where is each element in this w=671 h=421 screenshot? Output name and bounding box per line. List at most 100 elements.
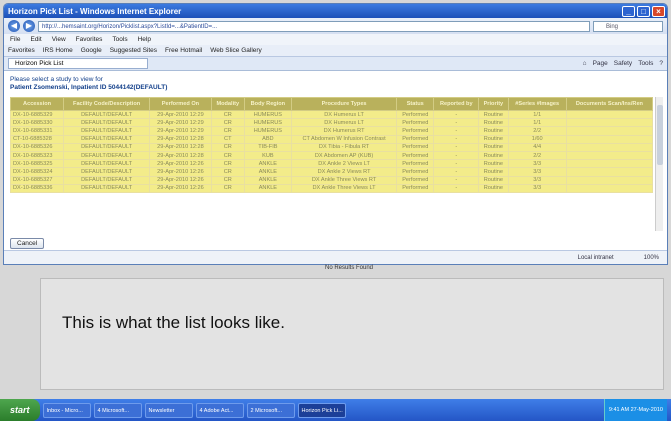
table-cell bbox=[565, 175, 654, 185]
favorites-star-button[interactable]: Favorites bbox=[8, 47, 35, 54]
table-row[interactable]: DX-10-6885331 DEFAULT/DEFAULT 29-Apr-2010 … bbox=[9, 126, 654, 136]
table-cell: Routine bbox=[478, 159, 509, 169]
status-bar: Local intranet 100% bbox=[4, 250, 667, 264]
col-accession[interactable]: Accession bbox=[9, 97, 65, 111]
taskbar-item[interactable]: 4 Microsoft... bbox=[93, 402, 142, 418]
table-cell: CR bbox=[210, 126, 245, 136]
url-field[interactable]: http://...hemsaint.org/Horizon/Picklist.… bbox=[38, 20, 590, 32]
col-performed-on[interactable]: Performed On bbox=[149, 97, 212, 111]
table-cell: TIB-FIB bbox=[243, 142, 292, 152]
table-cell bbox=[565, 109, 654, 120]
table-cell: CT-10-6885328 bbox=[9, 134, 65, 144]
table-cell: ABD bbox=[243, 134, 292, 144]
close-button[interactable]: × bbox=[652, 5, 665, 17]
table-cell: Performed bbox=[396, 175, 435, 185]
taskbar-item[interactable]: Newsletter bbox=[144, 402, 193, 418]
cancel-button[interactable]: Cancel bbox=[10, 238, 45, 249]
menu-help[interactable]: Help bbox=[138, 36, 151, 43]
table-row[interactable]: DX-10-6885325 DEFAULT/DEFAULT 29-Apr-2010 … bbox=[9, 159, 654, 169]
table-cell: HUMERUS bbox=[243, 126, 292, 136]
col-modality[interactable]: Modality bbox=[210, 97, 245, 111]
col-body-region[interactable]: Body Region bbox=[243, 97, 292, 111]
taskbar-item[interactable]: 2 Microsoft... bbox=[246, 402, 295, 418]
fav-irs-home[interactable]: IRS Home bbox=[43, 47, 73, 54]
home-icon[interactable]: ⌂ bbox=[583, 60, 587, 67]
security-zone: Local intranet bbox=[577, 254, 614, 261]
fav-free-hotmail[interactable]: Free Hotmail bbox=[165, 47, 202, 54]
back-icon[interactable]: ◀ bbox=[8, 20, 20, 32]
table-cell: DEFAULT/DEFAULT bbox=[63, 126, 151, 136]
table-row[interactable]: DX-10-6885330 DEFAULT/DEFAULT 29-Apr-2010 … bbox=[9, 118, 654, 128]
menu-file[interactable]: File bbox=[10, 36, 20, 43]
table-cell: DEFAULT/DEFAULT bbox=[63, 175, 151, 185]
fav-web-slice-gallery[interactable]: Web Slice Gallery bbox=[210, 47, 262, 54]
tools-menu[interactable]: Tools bbox=[638, 60, 653, 67]
col-procedure[interactable]: Procedure Types bbox=[290, 97, 398, 111]
table-cell: Performed bbox=[396, 150, 435, 161]
table-cell: 3/3 bbox=[507, 175, 567, 185]
tab-horizon-pick-list[interactable]: Horizon Pick List bbox=[8, 58, 148, 69]
safety-menu[interactable]: Safety bbox=[614, 60, 632, 67]
page-menu[interactable]: Page bbox=[593, 60, 608, 67]
table-cell: HUMERUS bbox=[243, 118, 292, 128]
table-row[interactable]: DX-10-6885327 DEFAULT/DEFAULT 29-Apr-2010 … bbox=[9, 175, 654, 185]
menu-favorites[interactable]: Favorites bbox=[76, 36, 103, 43]
table-cell: Routine bbox=[478, 167, 509, 177]
table-header-row: Accession Facility Code/Description Perf… bbox=[9, 97, 654, 111]
col-series-images[interactable]: #Series #Images bbox=[507, 97, 567, 111]
table-cell: ANKLE bbox=[243, 159, 292, 169]
fav-suggested-sites[interactable]: Suggested Sites bbox=[110, 47, 157, 54]
maximize-button[interactable]: □ bbox=[637, 5, 650, 17]
start-button[interactable]: start bbox=[0, 399, 40, 421]
table-cell: 4/4 bbox=[507, 142, 567, 152]
help-icon[interactable]: ? bbox=[659, 60, 663, 67]
table-cell: Performed bbox=[396, 159, 435, 169]
col-priority[interactable]: Priority bbox=[478, 97, 509, 111]
table-cell bbox=[565, 126, 654, 136]
table-row[interactable]: DX-10-6885326 DEFAULT/DEFAULT 29-Apr-2010 … bbox=[9, 142, 654, 152]
table-cell: DX Tibia - Fibula RT bbox=[290, 142, 398, 152]
fav-google[interactable]: Google bbox=[81, 47, 102, 54]
table-row[interactable]: DX-10-6885323 DEFAULT/DEFAULT 29-Apr-2010 … bbox=[9, 150, 654, 161]
search-input[interactable]: Bing bbox=[593, 20, 663, 32]
menu-view[interactable]: View bbox=[52, 36, 66, 43]
table-cell: 29-Apr-2010 12:29 bbox=[149, 109, 212, 120]
taskbar-item-active[interactable]: Horizon Pick Li... bbox=[297, 402, 346, 418]
table-cell: CR bbox=[210, 150, 245, 161]
table-cell: 29-Apr-2010 12:26 bbox=[149, 159, 212, 169]
taskbar-item[interactable]: Inbox - Micro... bbox=[42, 402, 91, 418]
col-documents[interactable]: Documents Scan/Ins/Ren bbox=[565, 97, 654, 111]
table-cell: 1/60 bbox=[507, 134, 567, 144]
vertical-scrollbar[interactable] bbox=[655, 97, 663, 231]
system-clock: 9:41 AM 27-May-2010 bbox=[603, 399, 667, 421]
menu-edit[interactable]: Edit bbox=[30, 36, 41, 43]
background-panel bbox=[40, 278, 664, 390]
table-row[interactable]: CT-10-6885328 DEFAULT/DEFAULT 29-Apr-2010 … bbox=[9, 134, 654, 144]
table-cell: DX-10-6885329 bbox=[9, 109, 65, 120]
table-cell: - bbox=[433, 118, 480, 128]
col-reported-by[interactable]: Reported by bbox=[433, 97, 480, 111]
table-cell: DX Ankle 2 Views RT bbox=[290, 167, 398, 177]
taskbar-item[interactable]: 4 Adobe Act... bbox=[195, 402, 244, 418]
table-cell: Performed bbox=[396, 134, 435, 144]
forward-icon[interactable]: ▶ bbox=[23, 20, 35, 32]
table-cell: DEFAULT/DEFAULT bbox=[63, 150, 151, 161]
scrollbar-thumb[interactable] bbox=[657, 105, 663, 165]
table-cell: DX-10-6885331 bbox=[9, 126, 65, 136]
col-facility[interactable]: Facility Code/Description bbox=[63, 97, 151, 111]
table-cell: DEFAULT/DEFAULT bbox=[63, 142, 151, 152]
table-cell: 2/2 bbox=[507, 150, 567, 161]
title-bar[interactable]: Horizon Pick List - Windows Internet Exp… bbox=[4, 4, 667, 18]
table-row[interactable]: DX-10-6885329 DEFAULT/DEFAULT 29-Apr-2010 … bbox=[9, 109, 654, 120]
table-cell: DEFAULT/DEFAULT bbox=[63, 159, 151, 169]
menu-tools[interactable]: Tools bbox=[112, 36, 127, 43]
table-row[interactable]: DX-10-6885324 DEFAULT/DEFAULT 29-Apr-2010 … bbox=[9, 167, 654, 177]
table-cell: 2/2 bbox=[507, 126, 567, 136]
slide-caption: This is what the list looks like. bbox=[62, 313, 285, 332]
table-cell: - bbox=[433, 109, 480, 120]
col-status[interactable]: Status bbox=[396, 97, 435, 111]
zoom-level[interactable]: 100% bbox=[644, 255, 659, 261]
table-row[interactable]: DX-10-6885336 DEFAULT/DEFAULT 29-Apr-2010 … bbox=[9, 183, 654, 193]
patient-info: Patient Zsomenski, Inpatient ID 5044142(… bbox=[10, 84, 168, 91]
minimize-button[interactable]: _ bbox=[622, 5, 635, 17]
